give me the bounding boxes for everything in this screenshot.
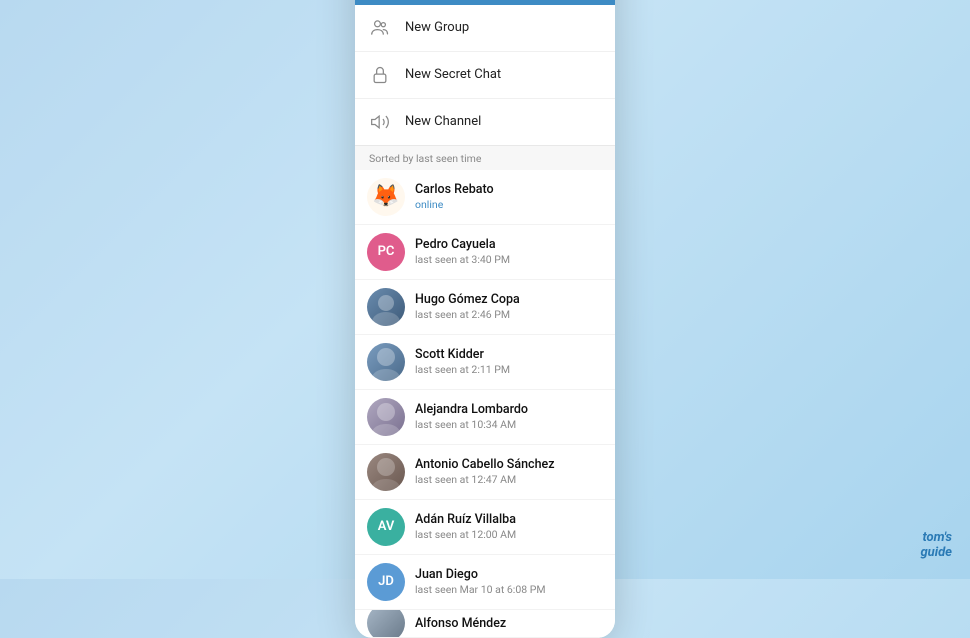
contact-item[interactable]: Scott Kidder last seen at 2:11 PM bbox=[355, 335, 615, 390]
contact-status: last seen at 2:11 PM bbox=[415, 363, 603, 376]
phone-frame: 4:11 PM ▪▪▪ ✦ ▌▌▌ 4G ← New Message bbox=[355, 0, 615, 638]
contact-info: Antonio Cabello Sánchez last seen at 12:… bbox=[415, 457, 603, 486]
contact-name: Juan Diego bbox=[415, 567, 603, 582]
contact-name: Hugo Gómez Copa bbox=[415, 292, 603, 307]
contact-status: last seen at 10:34 AM bbox=[415, 418, 603, 431]
avatar bbox=[367, 343, 405, 381]
contact-item[interactable]: Alejandra Lombardo last seen at 10:34 AM bbox=[355, 390, 615, 445]
new-secret-chat-item[interactable]: New Secret Chat bbox=[355, 52, 615, 99]
megaphone-icon bbox=[369, 111, 391, 133]
new-group-label: New Group bbox=[405, 20, 469, 35]
avatar-initials: JD bbox=[378, 574, 394, 589]
contact-info: Carlos Rebato online bbox=[415, 182, 603, 211]
contact-status: last seen at 12:00 AM bbox=[415, 528, 603, 541]
avatar bbox=[367, 288, 405, 326]
contact-item[interactable]: Hugo Gómez Copa last seen at 2:46 PM bbox=[355, 280, 615, 335]
contact-name: Pedro Cayuela bbox=[415, 237, 603, 252]
new-channel-item[interactable]: New Channel bbox=[355, 99, 615, 145]
new-channel-label: New Channel bbox=[405, 114, 481, 129]
contact-info: Hugo Gómez Copa last seen at 2:46 PM bbox=[415, 292, 603, 321]
contact-item[interactable]: Antonio Cabello Sánchez last seen at 12:… bbox=[355, 445, 615, 500]
contact-name: Alfonso Méndez bbox=[415, 616, 603, 631]
avatar: 🦊 bbox=[367, 178, 405, 216]
new-group-item[interactable]: New Group bbox=[355, 5, 615, 52]
contact-name: Carlos Rebato bbox=[415, 182, 603, 197]
contact-item[interactable]: AV Adán Ruíz Villalba last seen at 12:00… bbox=[355, 500, 615, 555]
avatar-initials: AV bbox=[378, 519, 395, 534]
contact-status: online bbox=[415, 198, 603, 211]
contact-info: Alfonso Méndez bbox=[415, 616, 603, 631]
lock-icon bbox=[369, 64, 391, 86]
contact-item[interactable]: PC Pedro Cayuela last seen at 3:40 PM bbox=[355, 225, 615, 280]
avatar: AV bbox=[367, 508, 405, 546]
avatar: JD bbox=[367, 563, 405, 601]
group-icon bbox=[369, 17, 391, 39]
sort-label: Sorted by last seen time bbox=[355, 146, 615, 170]
contact-info: Pedro Cayuela last seen at 3:40 PM bbox=[415, 237, 603, 266]
avatar-emoji: 🦊 bbox=[372, 184, 399, 209]
contact-status: last seen Mar 10 at 6:08 PM bbox=[415, 583, 603, 596]
menu-section: New Group New Secret Chat New Channel bbox=[355, 5, 615, 146]
contact-info: Juan Diego last seen Mar 10 at 6:08 PM bbox=[415, 567, 603, 596]
contact-status: last seen at 2:46 PM bbox=[415, 308, 603, 321]
brand-sub: guide bbox=[920, 545, 952, 560]
new-secret-chat-label: New Secret Chat bbox=[405, 67, 501, 82]
avatar bbox=[367, 398, 405, 436]
avatar bbox=[367, 453, 405, 491]
contact-name: Adán Ruíz Villalba bbox=[415, 512, 603, 527]
contact-info: Alejandra Lombardo last seen at 10:34 AM bbox=[415, 402, 603, 431]
contact-name: Alejandra Lombardo bbox=[415, 402, 603, 417]
avatar bbox=[367, 610, 405, 638]
contact-item[interactable]: Alfonso Méndez bbox=[355, 610, 615, 638]
contact-item[interactable]: 🦊 Carlos Rebato online bbox=[355, 170, 615, 225]
contact-name: Antonio Cabello Sánchez bbox=[415, 457, 603, 472]
brand-watermark: tom's guide bbox=[920, 530, 952, 561]
contact-status: last seen at 3:40 PM bbox=[415, 253, 603, 266]
contact-info: Scott Kidder last seen at 2:11 PM bbox=[415, 347, 603, 376]
contact-info: Adán Ruíz Villalba last seen at 12:00 AM bbox=[415, 512, 603, 541]
contact-item[interactable]: JD Juan Diego last seen Mar 10 at 6:08 P… bbox=[355, 555, 615, 610]
contacts-list: 🦊 Carlos Rebato online PC Pedro Cayuela … bbox=[355, 170, 615, 638]
contact-name: Scott Kidder bbox=[415, 347, 603, 362]
contact-status: last seen at 12:47 AM bbox=[415, 473, 603, 486]
avatar: PC bbox=[367, 233, 405, 271]
avatar-initials: PC bbox=[378, 244, 395, 259]
brand-name: tom's bbox=[922, 530, 952, 545]
